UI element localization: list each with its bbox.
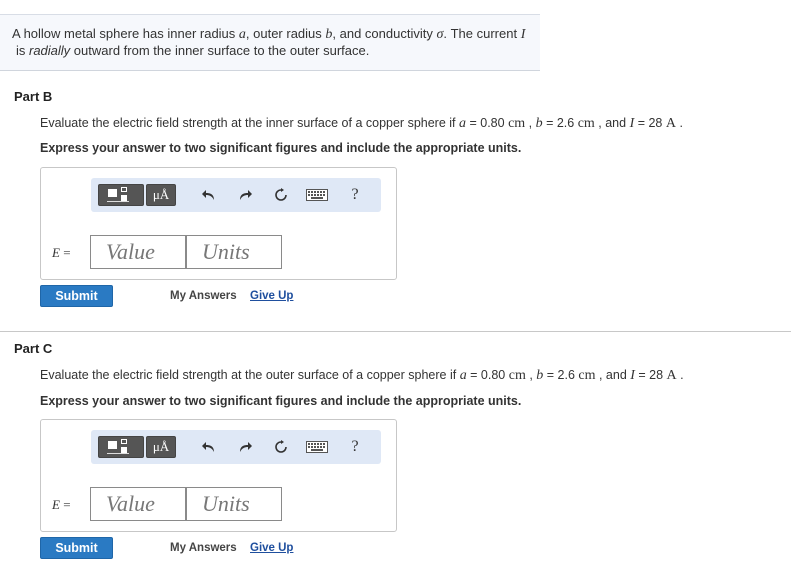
- part-b-submit-button[interactable]: Submit: [40, 285, 113, 307]
- equation-label: E =: [52, 245, 71, 261]
- unit-cm: cm: [508, 116, 526, 131]
- problem-intro: A hollow metal sphere has inner radius a…: [0, 14, 540, 71]
- part-c-instruction: Express your answer to two significant f…: [40, 394, 522, 408]
- units-input[interactable]: [186, 487, 282, 521]
- my-answers-link[interactable]: My Answers: [170, 542, 237, 554]
- question-text: Evaluate the electric field strength at …: [40, 116, 459, 130]
- undo-icon[interactable]: [197, 184, 221, 206]
- question-text: = 28: [634, 116, 666, 130]
- unit-A: A: [665, 116, 676, 131]
- question-text: .: [675, 116, 683, 130]
- reset-icon[interactable]: [269, 184, 293, 206]
- part-c-answer-box: μÅ ? E =: [40, 419, 397, 532]
- question-text: = 2.6: [543, 368, 579, 382]
- question-text: = 28: [634, 368, 667, 382]
- unit-cm: cm: [578, 368, 596, 383]
- reset-icon[interactable]: [269, 436, 293, 458]
- redo-icon[interactable]: [233, 184, 257, 206]
- var-a: a: [238, 27, 246, 42]
- intro-line-1: A hollow metal sphere has inner radius a…: [12, 26, 540, 43]
- intro-line-2: is radially outward from the inner surfa…: [12, 43, 540, 59]
- equals-sign: =: [59, 245, 71, 260]
- part-b-answer-box: μÅ ? E =: [40, 167, 397, 280]
- part-c-question: Evaluate the electric field strength at …: [40, 368, 684, 384]
- my-answers-link[interactable]: My Answers: [170, 290, 237, 302]
- question-text: ,: [525, 368, 537, 382]
- part-c-title: Part C: [14, 341, 53, 356]
- intro-emphasis: radially: [29, 43, 71, 58]
- part-c-submit-button[interactable]: Submit: [40, 537, 113, 559]
- math-toolbar: μÅ ?: [91, 430, 381, 464]
- question-text: , and: [595, 368, 631, 382]
- equation-label: E =: [52, 497, 71, 513]
- intro-text: , and conductivity: [332, 26, 437, 41]
- unit-cm: cm: [508, 368, 526, 383]
- question-text: = 2.6: [542, 116, 578, 130]
- var-E: E: [52, 245, 60, 260]
- intro-text: A hollow metal sphere has inner radius: [12, 26, 239, 41]
- undo-icon[interactable]: [197, 436, 221, 458]
- question-text: .: [676, 368, 684, 382]
- intro-text: . The current: [443, 26, 521, 41]
- value-input[interactable]: [90, 487, 186, 521]
- part-b-question: Evaluate the electric field strength at …: [40, 116, 683, 132]
- give-up-link[interactable]: Give Up: [250, 290, 293, 302]
- help-icon[interactable]: ?: [343, 436, 367, 458]
- part-divider: [0, 331, 791, 332]
- give-up-link[interactable]: Give Up: [250, 542, 293, 554]
- math-toolbar: μÅ ?: [91, 178, 381, 212]
- question-text: ,: [525, 116, 536, 130]
- question-text: Evaluate the electric field strength at …: [40, 368, 460, 382]
- part-b-title: Part B: [14, 89, 53, 104]
- question-text: , and: [594, 116, 630, 130]
- templates-icon[interactable]: [98, 436, 144, 458]
- var-a: a: [459, 368, 467, 383]
- keyboard-icon[interactable]: [304, 436, 330, 458]
- equals-sign: =: [59, 497, 71, 512]
- units-input[interactable]: [186, 235, 282, 269]
- units-icon[interactable]: μÅ: [146, 436, 176, 458]
- unit-A: A: [666, 368, 677, 383]
- units-icon[interactable]: μÅ: [146, 184, 176, 206]
- question-text: = 0.80: [466, 368, 509, 382]
- intro-text: is: [16, 43, 29, 58]
- var-E: E: [52, 497, 60, 512]
- part-b-instruction: Express your answer to two significant f…: [40, 141, 522, 155]
- value-input[interactable]: [90, 235, 186, 269]
- var-b: b: [535, 116, 543, 131]
- intro-text: outward from the inner surface to the ou…: [70, 43, 370, 58]
- help-icon[interactable]: ?: [343, 184, 367, 206]
- keyboard-icon[interactable]: [304, 184, 330, 206]
- var-I: I: [520, 27, 526, 42]
- question-text: = 0.80: [466, 116, 509, 130]
- var-a: a: [459, 116, 466, 131]
- intro-text: , outer radius: [245, 26, 326, 41]
- templates-icon[interactable]: [98, 184, 144, 206]
- unit-cm: cm: [577, 116, 595, 131]
- redo-icon[interactable]: [233, 436, 257, 458]
